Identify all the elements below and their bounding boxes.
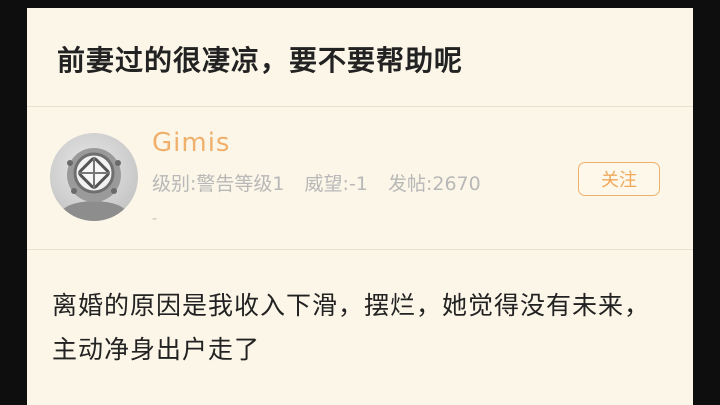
author-avatar[interactable] bbox=[50, 133, 138, 221]
post-body: 离婚的原因是我收入下滑，摆烂，她觉得没有未来，主动净身出户走了 bbox=[52, 291, 651, 364]
diving-helmet-icon bbox=[60, 148, 128, 221]
author-divider bbox=[27, 249, 693, 250]
app-screen: 前妻过的很凄凉，要不要帮助呢 Gimis 级别:警告等级1 威望:-1 发帖:2… bbox=[27, 8, 693, 405]
post-header: 前妻过的很凄凉，要不要帮助呢 bbox=[27, 8, 693, 106]
author-meta: 级别:警告等级1 威望:-1 发帖:2670 bbox=[152, 169, 495, 196]
author-reputation: 威望:-1 bbox=[304, 173, 368, 195]
post-title: 前妻过的很凄凉，要不要帮助呢 bbox=[57, 44, 464, 77]
header-divider bbox=[27, 106, 693, 107]
author-post-count: 发帖:2670 bbox=[387, 173, 481, 195]
author-extra: - bbox=[152, 211, 158, 227]
follow-button[interactable]: 关注 bbox=[578, 162, 660, 196]
author-username[interactable]: Gimis bbox=[152, 128, 230, 158]
author-level: 级别:警告等级1 bbox=[152, 173, 285, 195]
